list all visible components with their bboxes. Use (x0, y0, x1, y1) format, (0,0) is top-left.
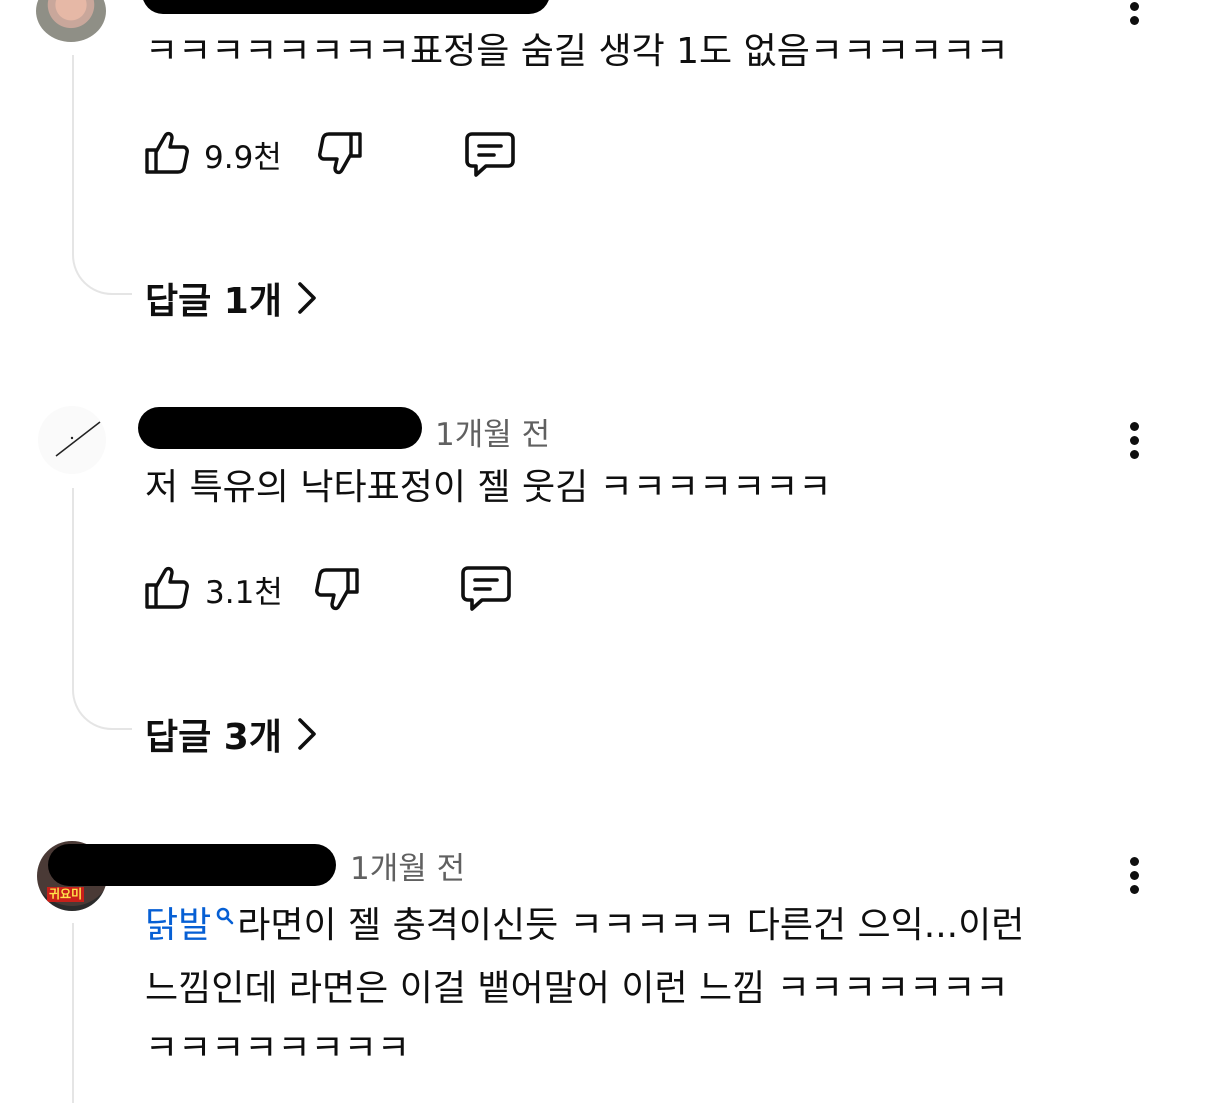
comment-text: ㅋㅋㅋㅋㅋㅋㅋㅋ (145, 1028, 410, 1069)
redacted-author-name (48, 844, 336, 886)
thumbs-up-icon[interactable] (143, 563, 191, 611)
reply-comment-icon[interactable] (464, 130, 516, 180)
more-options-button[interactable] (1124, 422, 1144, 464)
thread-connector (72, 255, 132, 295)
thumbs-up-icon[interactable] (143, 128, 191, 176)
comment-time: 1개월 전 (435, 417, 551, 453)
replies-label: 답글 3개 (145, 717, 282, 758)
replies-label: 답글 1개 (145, 281, 282, 322)
comment-text: ㅋㅋㅋㅋㅋㅋㅋㅋ표정을 숨길 생각 1도 없음ㅋㅋㅋㅋㅋㅋ (145, 31, 1009, 72)
avatar[interactable] (38, 406, 106, 474)
mention-link[interactable]: 닭발 (145, 905, 211, 946)
chevron-right-icon (298, 718, 316, 750)
like-count: 3.1천 (205, 575, 283, 611)
thumbs-down-icon[interactable] (316, 130, 364, 178)
avatar-sketch (55, 421, 101, 457)
thread-line (72, 488, 74, 690)
avatar-caption: 귀요미 (47, 887, 85, 902)
more-options-button[interactable] (1124, 857, 1144, 899)
reply-comment-icon[interactable] (460, 564, 512, 614)
view-replies-button[interactable]: 답글 1개 (145, 272, 318, 324)
comment-text: 저 특유의 낙타표정이 젤 웃김 ㅋㅋㅋㅋㅋㅋㅋ (145, 467, 832, 508)
like-count: 9.9천 (204, 140, 282, 176)
thread-line (72, 55, 74, 255)
chevron-right-icon (298, 282, 316, 314)
comment-text-line: 닭발 라면이 젤 충격이신듯 ㅋㅋㅋㅋㅋ 다른건 으익...이런 (145, 896, 1024, 956)
redacted-author-name (138, 407, 422, 449)
thread-line (72, 923, 74, 1103)
more-options-button[interactable] (1124, 2, 1144, 30)
comment-text: 라면이 젤 충격이신듯 ㅋㅋㅋㅋㅋ 다른건 으익...이런 (237, 905, 1025, 946)
thumbs-down-icon[interactable] (313, 566, 361, 614)
avatar[interactable] (36, 0, 106, 42)
comment-time: 1개월 전 (350, 851, 466, 887)
comment-text: 느낌인데 라면은 이걸 뱉어말어 이런 느낌 ㅋㅋㅋㅋㅋㅋㅋ (145, 968, 1009, 1009)
redacted-author-name (142, 0, 550, 14)
view-replies-button[interactable]: 답글 3개 (145, 708, 318, 760)
thread-connector (72, 690, 132, 730)
search-icon[interactable] (215, 906, 235, 932)
